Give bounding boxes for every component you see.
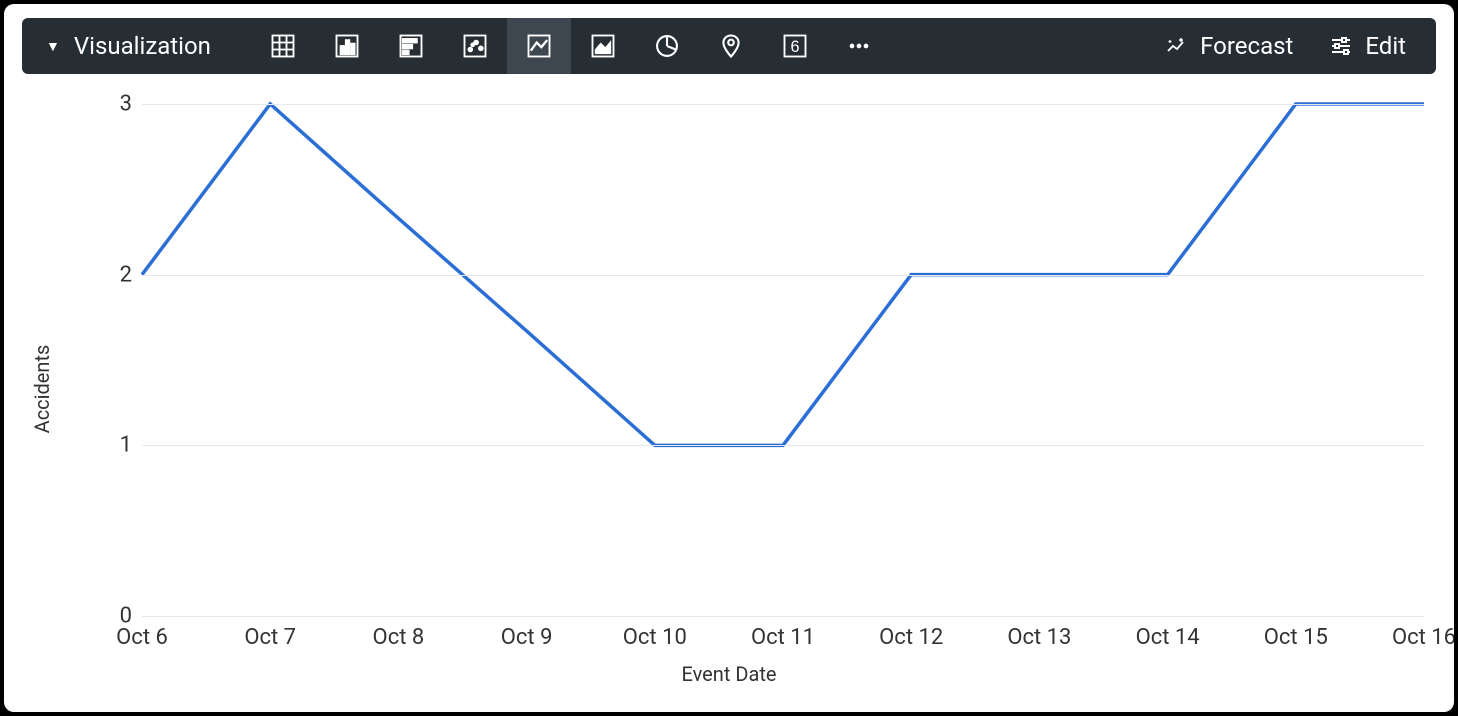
visualization-toolbar: ▼ Visualization (22, 18, 1436, 74)
line-icon[interactable] (507, 18, 571, 74)
x-tick-label: Oct 9 (501, 625, 553, 650)
sliders-icon (1329, 34, 1353, 58)
gridline (142, 104, 1424, 105)
line-chart[interactable] (22, 84, 1436, 694)
edit-label: Edit (1365, 32, 1406, 60)
chart-type-switcher: 6 (251, 18, 891, 74)
chart-area: Accidents Event Date 0123Oct 6Oct 7Oct 8… (22, 84, 1436, 694)
visualization-title: Visualization (74, 32, 211, 60)
gridline (142, 445, 1424, 446)
edit-button[interactable]: Edit (1329, 32, 1406, 60)
bar-icon[interactable] (379, 18, 443, 74)
y-tick-label: 3 (102, 92, 132, 117)
pie-icon[interactable] (635, 18, 699, 74)
forecast-label: Forecast (1200, 32, 1293, 60)
x-tick-label: Oct 11 (751, 625, 815, 650)
x-tick-label: Oct 10 (623, 625, 687, 650)
y-tick-label: 2 (102, 262, 132, 287)
single-value-icon[interactable]: 6 (763, 18, 827, 74)
gridline (142, 275, 1424, 276)
x-tick-label: Oct 6 (116, 625, 168, 650)
x-tick-label: Oct 13 (1007, 625, 1071, 650)
x-tick-label: Oct 15 (1264, 625, 1328, 650)
x-tick-label: Oct 8 (373, 625, 425, 650)
x-tick-label: Oct 7 (244, 625, 296, 650)
sparkle-icon (1164, 34, 1188, 58)
column-icon[interactable] (315, 18, 379, 74)
more-icon[interactable] (827, 18, 891, 74)
map-icon[interactable] (699, 18, 763, 74)
y-tick-label: 1 (102, 433, 132, 458)
x-tick-label: Oct 14 (1136, 625, 1200, 650)
svg-text:6: 6 (790, 38, 799, 56)
forecast-button[interactable]: Forecast (1164, 32, 1293, 60)
caret-down-icon: ▼ (46, 38, 60, 55)
gridline (142, 616, 1424, 617)
visualization-title-group[interactable]: ▼ Visualization (22, 32, 251, 60)
area-icon[interactable] (571, 18, 635, 74)
scatter-icon[interactable] (443, 18, 507, 74)
x-tick-label: Oct 12 (879, 625, 943, 650)
table-icon[interactable] (251, 18, 315, 74)
visualization-panel: ▼ Visualization (4, 4, 1454, 712)
x-tick-label: Oct 16 (1392, 625, 1454, 650)
